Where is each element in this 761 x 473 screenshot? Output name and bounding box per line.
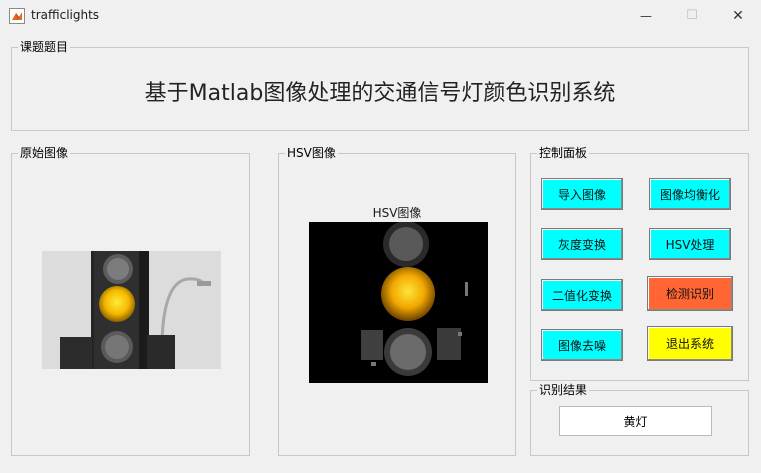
control-panel: 控制面板 导入图像 图像均衡化 灰度变换 HSV处理 二值化变换 检测识别 图像… (530, 145, 749, 381)
original-image-legend: 原始图像 (18, 145, 71, 161)
import-image-button[interactable]: 导入图像 (541, 178, 623, 210)
close-icon: ✕ (732, 7, 744, 24)
hsv-process-button[interactable]: HSV处理 (649, 228, 731, 260)
hsv-image-panel: HSV图像 HSV图像 (278, 145, 516, 456)
grayscale-button[interactable]: 灰度变换 (541, 228, 623, 260)
hsv-axes-title: HSV图像 (372, 206, 422, 220)
minimize-button[interactable]: — (623, 0, 669, 31)
matlab-icon (9, 8, 25, 24)
title-bar: trafficlights — ☐ ✕ (0, 0, 761, 31)
original-traffic-light-image (42, 251, 221, 369)
minimize-icon: — (640, 8, 652, 23)
original-image-panel: 原始图像 (11, 145, 250, 456)
result-panel: 识别结果 黄灯 (530, 382, 749, 456)
result-display: 黄灯 (559, 406, 712, 436)
topic-panel: 课题题目 基于Matlab图像处理的交通信号灯颜色识别系统 (11, 39, 749, 131)
topic-legend: 课题题目 (18, 39, 71, 55)
maximize-icon: ☐ (686, 8, 698, 23)
control-panel-legend: 控制面板 (537, 145, 590, 161)
equalize-image-button[interactable]: 图像均衡化 (649, 178, 731, 210)
maximize-button[interactable]: ☐ (669, 0, 715, 31)
hsv-image-legend: HSV图像 (285, 145, 338, 161)
hsv-traffic-light-image (309, 222, 488, 383)
project-title: 基于Matlab图像处理的交通信号灯颜色识别系统 (144, 81, 616, 106)
binarize-button[interactable]: 二值化变换 (541, 279, 623, 311)
denoise-button[interactable]: 图像去噪 (541, 329, 623, 361)
detect-button[interactable]: 检测识别 (647, 276, 733, 311)
result-legend: 识别结果 (537, 382, 590, 398)
window-title: trafficlights (31, 8, 100, 22)
exit-button[interactable]: 退出系统 (647, 326, 733, 361)
close-button[interactable]: ✕ (715, 0, 761, 31)
